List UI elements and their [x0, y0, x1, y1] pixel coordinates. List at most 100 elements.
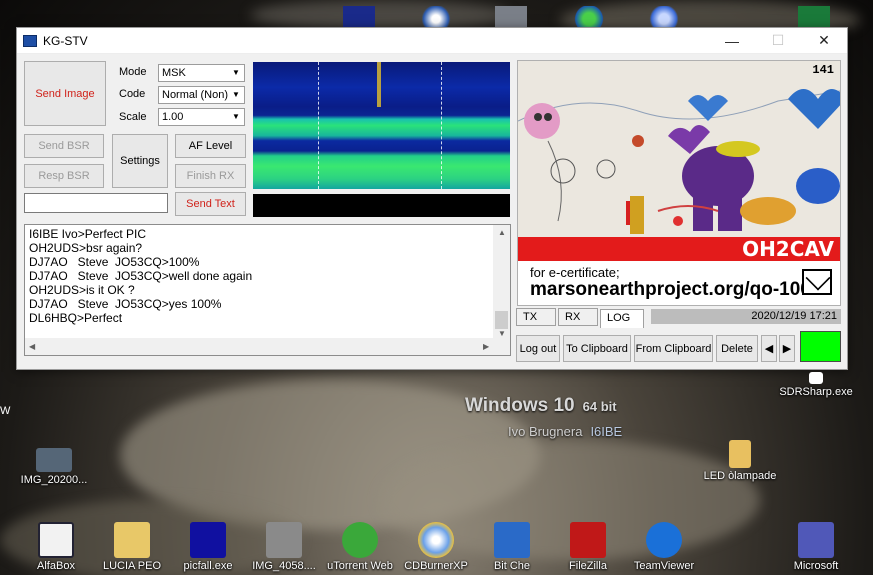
- scroll-down-icon[interactable]: ▼: [498, 329, 506, 338]
- chevron-down-icon[interactable]: ▼: [228, 109, 244, 125]
- to-clipboard-button[interactable]: To Clipboard: [563, 335, 631, 362]
- chevron-down-icon[interactable]: ▼: [228, 87, 244, 103]
- picfall-icon: [190, 522, 226, 558]
- alfabox-icon: [38, 522, 74, 558]
- log-line: OH2UDS>is it OK ?: [29, 283, 135, 297]
- datetime-bar: 2020/12/19 17:21: [651, 309, 841, 324]
- desktop-icon-label: Microsoft: [793, 560, 839, 572]
- desktop-icon-img-4058[interactable]: IMG_4058....: [244, 522, 324, 572]
- received-image[interactable]: 141 OH2CAV for e-certificate; marsoneart…: [517, 60, 841, 306]
- send-bsr-button[interactable]: Send BSR: [24, 134, 104, 158]
- level-bar: [253, 194, 510, 217]
- scroll-thumb[interactable]: [495, 311, 508, 329]
- vertical-scrollbar[interactable]: ▲ ▼: [493, 225, 510, 340]
- photo-icon: [266, 522, 302, 558]
- desktop-icon-lucia[interactable]: LUCIA PEO: [92, 522, 172, 572]
- log-line: DJ7AO Steve JO53CQ>100%: [29, 255, 200, 269]
- desktop-icon-cdburner[interactable]: CDBurnerXP: [396, 522, 476, 572]
- kgstv-window: KG-STV — ☐ ✕ Send Image Mode MSK ▼ Code …: [16, 27, 848, 370]
- tab-tx[interactable]: TX: [516, 308, 556, 326]
- scroll-corner: [493, 338, 510, 355]
- wallpaper-win-title: Windows 10: [465, 395, 575, 416]
- desktop-icon-label: picfall.exe: [183, 560, 233, 572]
- delete-button[interactable]: Delete: [716, 335, 758, 362]
- desktop-icon-bitche[interactable]: Bit Che: [472, 522, 552, 572]
- chat-log[interactable]: I6IBE Ivo>Perfect PIC OH2UDS>bsr again? …: [24, 224, 511, 356]
- desktop-icon-utorrent[interactable]: uTorrent Web: [320, 522, 400, 572]
- log-line: OH2UDS>bsr again?: [29, 241, 143, 255]
- title-bar[interactable]: KG-STV — ☐ ✕: [17, 28, 847, 54]
- scroll-left-icon[interactable]: ◀: [29, 342, 35, 351]
- maximize-button[interactable]: ☐: [755, 28, 801, 54]
- desktop-icon-label: CDBurnerXP: [404, 560, 468, 572]
- desktop-icon-label: LED òlampade: [703, 470, 777, 482]
- desktop-icon-img-2020[interactable]: IMG_20200...: [14, 448, 94, 486]
- send-text-button[interactable]: Send Text: [175, 192, 246, 216]
- cloud-decoration: [250, 0, 510, 30]
- scale-value: 1.00: [162, 111, 184, 123]
- settings-button[interactable]: Settings: [112, 134, 168, 188]
- horizontal-scrollbar[interactable]: ◀ ▶: [25, 338, 495, 355]
- certificate-info: for e-certificate; marsonearthproject.or…: [518, 261, 840, 305]
- scroll-right-icon[interactable]: ▶: [483, 342, 489, 351]
- minimize-button[interactable]: —: [709, 28, 755, 54]
- cert-line-1: for e-certificate;: [530, 265, 620, 280]
- wallpaper-owner-call: I6IBE: [590, 424, 623, 439]
- scale-select[interactable]: 1.00 ▼: [158, 108, 245, 126]
- desktop-icon-label: FileZilla: [569, 560, 607, 572]
- status-indicator: [800, 331, 841, 362]
- window-title: KG-STV: [43, 33, 88, 48]
- waterfall-display[interactable]: [253, 62, 510, 189]
- desktop-icon-microsoft[interactable]: Microsoft: [776, 522, 856, 572]
- mode-select[interactable]: MSK ▼: [158, 64, 245, 82]
- desktop-icon-label: SDRSharp.exe: [779, 386, 853, 398]
- desktop-icon-picfall[interactable]: picfall.exe: [168, 522, 248, 572]
- bitche-icon: [494, 522, 530, 558]
- resp-bsr-button[interactable]: Resp BSR: [24, 164, 104, 188]
- chevron-down-icon[interactable]: ▼: [228, 65, 244, 81]
- waterfall-tuning-marker: [377, 62, 381, 107]
- scale-label: Scale: [119, 111, 147, 123]
- desktop-icon-label: TeamViewer: [633, 560, 695, 572]
- close-button[interactable]: ✕: [801, 28, 847, 54]
- send-image-button[interactable]: Send Image: [24, 61, 106, 126]
- scroll-up-icon[interactable]: ▲: [498, 228, 506, 237]
- tab-rx[interactable]: RX: [558, 308, 598, 326]
- waterfall-marker-line: [441, 62, 442, 189]
- tab-log[interactable]: LOG: [600, 309, 644, 328]
- teams-icon: [798, 522, 834, 558]
- partial-icon-label: W: [0, 405, 11, 417]
- previous-button[interactable]: ◀: [761, 335, 777, 362]
- code-select[interactable]: Normal (Non) ▼: [158, 86, 245, 104]
- log-line: DJ7AO Steve JO53CQ>yes 100%: [29, 297, 222, 311]
- code-label: Code: [119, 88, 146, 100]
- waterfall-marker-line: [318, 62, 319, 189]
- desktop-icon-label: LUCIA PEO: [102, 560, 162, 572]
- log-line: DJ7AO Steve JO53CQ>well done again: [29, 269, 253, 283]
- desktop-icon-filezilla[interactable]: FileZilla: [548, 522, 628, 572]
- filezilla-icon: [570, 522, 606, 558]
- desktop-icon-label: uTorrent Web: [327, 560, 393, 572]
- desktop-icon-label: AlfaBox: [37, 560, 75, 572]
- wallpaper-title: Windows 10 64 bit: [465, 395, 617, 417]
- log-out-button[interactable]: Log out: [516, 335, 560, 362]
- teamviewer-icon: [646, 522, 682, 558]
- desktop-icon-label: IMG_4058....: [252, 560, 316, 572]
- cd-icon: [418, 522, 454, 558]
- finish-rx-button[interactable]: Finish RX: [175, 164, 246, 188]
- af-level-button[interactable]: AF Level: [175, 134, 246, 158]
- callsign-banner: OH2CAV: [518, 237, 840, 261]
- desktop-icon-label: Bit Che: [493, 560, 531, 572]
- text-input[interactable]: [24, 193, 168, 213]
- wallpaper-bits: 64 bit: [582, 399, 617, 414]
- folder-icon: [729, 440, 751, 468]
- next-button[interactable]: ▶: [779, 335, 795, 362]
- desktop-icon-led[interactable]: LED òlampade: [700, 440, 780, 482]
- photo-icon: [36, 448, 72, 472]
- desktop-icon-teamviewer[interactable]: TeamViewer: [624, 522, 704, 572]
- folder-icon: [114, 522, 150, 558]
- desktop-icon-sdrsharp[interactable]: SDRSharp.exe: [776, 372, 856, 398]
- from-clipboard-button[interactable]: From Clipboard: [634, 335, 713, 362]
- wallpaper-owner-name: Ivo Brugnera: [508, 424, 583, 439]
- desktop-icon-alfabox[interactable]: AlfaBox: [16, 522, 96, 572]
